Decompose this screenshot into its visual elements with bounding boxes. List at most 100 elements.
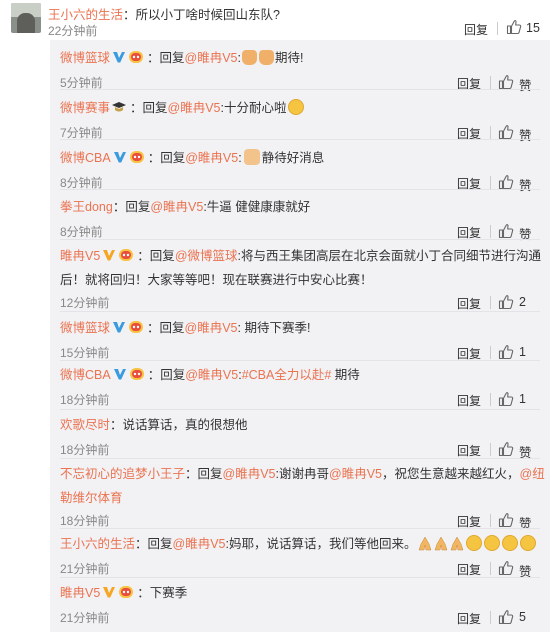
reply-time: 21分钟前 — [60, 611, 110, 625]
reply-author[interactable]: 睢冉V5 — [60, 249, 100, 263]
thumbs-up-icon[interactable] — [498, 391, 514, 407]
row-divider — [60, 409, 540, 410]
mention-link[interactable]: @睢冉V5 — [185, 51, 238, 65]
divider — [490, 393, 491, 406]
thumbs-up-icon[interactable] — [498, 560, 514, 576]
reply-button[interactable]: 回复 — [464, 21, 488, 38]
divider — [490, 176, 491, 189]
row-divider — [60, 239, 540, 240]
thumbs-up-icon[interactable] — [498, 124, 514, 140]
like-count[interactable]: 2 — [519, 295, 526, 309]
reply-text: 睢冉V5 ：回复@微博篮球:将与西王集团高层在北京会面就小丁合同细节进行沟通后！就… — [60, 244, 545, 292]
mention-link[interactable]: @睢冉V5 — [150, 200, 203, 214]
thumbs-up-icon[interactable] — [498, 74, 514, 90]
verified-v-icon — [102, 248, 116, 262]
reply-body: : 期待下赛季! — [237, 321, 311, 335]
reply-author[interactable]: 微博篮球 — [60, 321, 110, 335]
member-badge-icon — [118, 585, 134, 599]
reply-button[interactable]: 回复 — [457, 561, 481, 578]
mention-link[interactable]: @睢冉V5 — [223, 467, 276, 481]
reply-time: 18分钟前 — [60, 443, 110, 457]
reply-body: :牛逼 健健康康就好 — [203, 200, 311, 214]
like-count[interactable]: 1 — [519, 392, 526, 406]
thumbs-up-icon[interactable] — [498, 344, 514, 360]
reply-author[interactable]: 拳王dong — [60, 200, 113, 214]
like-label[interactable]: 赞 — [519, 513, 532, 532]
reply-author[interactable]: 欢歌尽时 — [60, 418, 110, 432]
clapping-hands-emoji — [259, 50, 274, 65]
mention-link[interactable]: @睢冉V5 — [329, 467, 382, 481]
reply-item: 微博篮球 ：回复@睢冉V5: 期待下赛季! 15分钟前 回复 1 — [50, 316, 550, 361]
reply-author[interactable]: 王小六的生活 — [60, 537, 135, 551]
reply-text: 睢冉V5 ：下赛季 — [60, 581, 545, 605]
verified-v-icon — [102, 585, 116, 599]
top-comment: 王小六的生活：所以小丁啥时候回山东队? 22分钟前 回复 15 — [0, 0, 550, 40]
surprised-face-emoji — [287, 99, 304, 115]
kiss-face-emoji — [483, 535, 500, 551]
reply-body: :十分耐心啦 — [220, 101, 287, 115]
reply-text: 不忘初心的追梦小王子：回复@睢冉V5:谢谢冉哥@睢冉V5，祝您生意越来越红火，@… — [60, 462, 545, 510]
reply-tail: 静待好消息 — [261, 151, 325, 165]
reply-author[interactable]: 微博篮球 — [60, 51, 110, 65]
reply-button[interactable]: 回复 — [457, 442, 481, 459]
row-divider — [60, 189, 540, 190]
reply-button[interactable]: 回复 — [457, 295, 481, 312]
reply-time: 8分钟前 — [60, 225, 103, 239]
reply-prefix: ：回复 — [147, 368, 186, 382]
divider — [490, 76, 491, 89]
thumbs-up-icon[interactable] — [498, 223, 514, 239]
divider — [490, 346, 491, 359]
mention-link[interactable]: @睢冉V5 — [168, 101, 221, 115]
thumbs-up-icon[interactable] — [498, 609, 514, 625]
thumbs-up-icon[interactable] — [498, 441, 514, 457]
like-label[interactable]: 赞 — [519, 75, 532, 94]
mention-link[interactable]: @睢冉V5 — [185, 151, 238, 165]
thumbs-up-icon[interactable] — [506, 19, 522, 35]
mention-link[interactable]: @睢冉V5 — [185, 368, 238, 382]
reply-author[interactable]: 不忘初心的追梦小王子 — [60, 467, 185, 481]
reply-author[interactable]: 睢冉V5 — [60, 586, 100, 600]
like-count[interactable]: 15 — [526, 21, 540, 35]
reply-text: 拳王dong：回复@睢冉V5:牛逼 健健康康就好 — [60, 195, 545, 219]
mention-link[interactable]: @微博篮球 — [175, 249, 238, 263]
divider — [490, 126, 491, 139]
like-count[interactable]: 5 — [519, 610, 526, 624]
like-label[interactable]: 赞 — [519, 125, 532, 144]
thumbs-up-icon[interactable] — [498, 512, 514, 528]
reply-item: 微博赛事 ：回复@睢冉V5:十分耐心啦 7分钟前 回复 赞 — [50, 96, 550, 143]
reply-author[interactable]: 微博CBA — [60, 368, 111, 382]
row-divider — [60, 577, 540, 578]
reply-author[interactable]: 微博CBA — [60, 151, 111, 165]
avatar[interactable] — [11, 3, 41, 33]
reply-prefix: ：回复 — [130, 101, 168, 115]
reply-text: 微博CBA ：回复@睢冉V5: 静待好消息 — [60, 146, 545, 170]
member-badge-icon — [129, 367, 145, 381]
reply-tail: 期待 — [331, 368, 360, 382]
divider — [490, 296, 491, 309]
reply-author[interactable]: 微博赛事 — [60, 101, 110, 115]
reply-body: :妈耶，说话算话，我们等他回来。 — [225, 537, 417, 551]
hashtag-link[interactable]: #CBA全力以赴# — [242, 368, 332, 382]
thumbs-up-icon[interactable] — [498, 294, 514, 310]
like-label[interactable]: 赞 — [519, 175, 532, 194]
comment-author[interactable]: 王小六的生活 — [48, 8, 123, 22]
reply-prefix: ：回复 — [185, 467, 223, 481]
kiss-face-emoji — [465, 535, 482, 551]
mention-link[interactable]: @睢冉V5 — [185, 321, 238, 335]
reply-item: 微博CBA ：回复@睢冉V5:#CBA全力以赴# 期待 18分钟前 回复 1 — [50, 363, 550, 408]
reply-button[interactable]: 回复 — [457, 392, 481, 409]
like-count[interactable]: 1 — [519, 345, 526, 359]
thumbs-up-emoji — [243, 149, 260, 165]
reply-prefix: ：回复 — [147, 321, 185, 335]
clapping-hands-emoji — [242, 50, 257, 65]
like-label[interactable]: 赞 — [519, 224, 532, 243]
reply-text: 王小六的生活：回复@睢冉V5:妈耶，说话算话，我们等他回来。 — [60, 532, 545, 556]
mention-link[interactable]: @睢冉V5 — [173, 537, 226, 551]
reply-button[interactable]: 回复 — [457, 610, 481, 627]
reply-prefix: ：回复 — [135, 537, 173, 551]
reply-item: 王小六的生活：回复@睢冉V5:妈耶，说话算话，我们等他回来。 21分钟前 回复 … — [50, 532, 550, 579]
reply-item: 睢冉V5 ：下赛季 21分钟前 回复 5 — [50, 581, 550, 626]
reply-item: 欢歌尽时：说话算话，真的很想他 18分钟前 回复 赞 — [50, 413, 550, 460]
reply-time: 21分钟前 — [60, 562, 110, 576]
thumbs-up-icon[interactable] — [498, 174, 514, 190]
